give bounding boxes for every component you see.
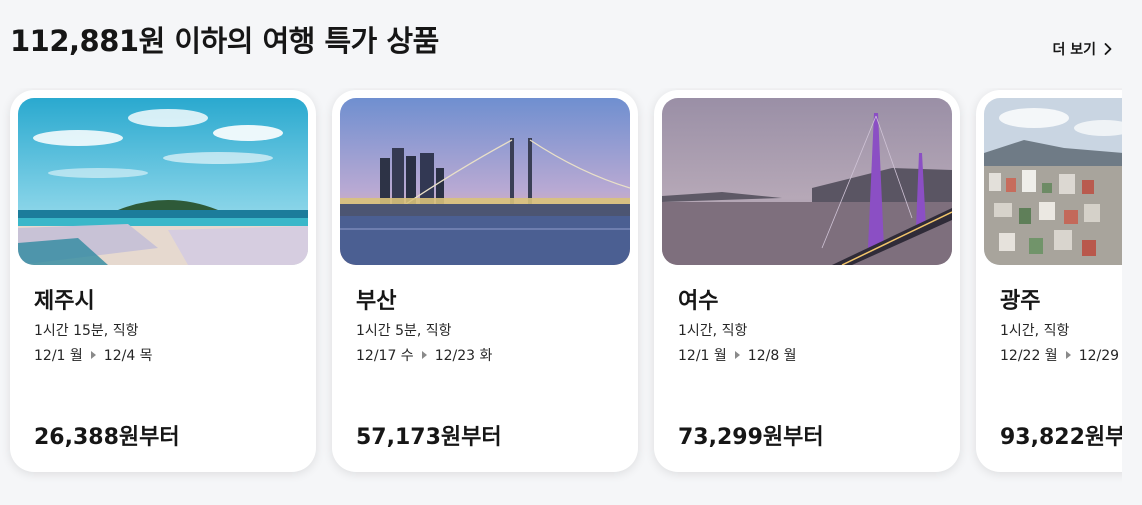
more-link[interactable]: 더 보기 — [1052, 39, 1112, 59]
flight-info: 1시간 15분, 직항 — [34, 323, 139, 339]
flight-info: 1시간, 직항 — [1000, 323, 1070, 339]
flight-info: 1시간, 직항 — [678, 323, 748, 339]
city-name: 부산 — [356, 289, 397, 314]
deals-carousel[interactable]: 제주시 1시간 15분, 직항 12/1 월 12/4 목 26,388원부터 — [0, 88, 1122, 488]
travel-dates: 12/1 월 12/4 목 — [34, 345, 153, 365]
depart-date: 12/1 월 — [678, 348, 727, 364]
city-name: 여수 — [678, 289, 719, 314]
depart-date: 12/17 수 — [356, 348, 414, 364]
return-date: 12/8 월 — [747, 348, 797, 364]
travel-dates: 12/1 월 12/8 월 — [678, 345, 797, 365]
triangle-right-icon — [90, 351, 96, 359]
chevron-right-icon — [1104, 43, 1112, 55]
price: 93,822원부터 — [1000, 425, 1122, 450]
deal-card-jeju[interactable]: 제주시 1시간 15분, 직항 12/1 월 12/4 목 26,388원부터 — [10, 90, 316, 472]
depart-date: 12/22 월 — [1000, 348, 1058, 364]
return-date: 12/4 목 — [103, 348, 153, 364]
deal-card-gwangju[interactable]: 광주 1시간, 직항 12/22 월 12/29 월 93,822원부터 — [976, 90, 1122, 472]
price: 73,299원부터 — [678, 425, 824, 450]
more-label: 더 보기 — [1052, 42, 1096, 58]
return-date: 12/23 화 — [434, 348, 493, 364]
destination-image-gwangju — [984, 98, 1122, 265]
triangle-right-icon — [1065, 351, 1071, 359]
triangle-right-icon — [734, 351, 740, 359]
deal-card-busan[interactable]: 부산 1시간 5분, 직항 12/17 수 12/23 화 57,173원부터 — [332, 90, 638, 472]
depart-date: 12/1 월 — [34, 348, 83, 364]
destination-image-yeosu — [662, 98, 952, 265]
travel-dates: 12/17 수 12/23 화 — [356, 345, 492, 365]
destination-image-jeju — [18, 98, 308, 265]
city-name: 제주시 — [34, 289, 95, 314]
return-date: 12/29 월 — [1078, 348, 1122, 364]
deal-card-yeosu[interactable]: 여수 1시간, 직항 12/1 월 12/8 월 73,299원부터 — [654, 90, 960, 472]
triangle-right-icon — [421, 351, 427, 359]
price: 26,388원부터 — [34, 425, 180, 450]
destination-image-busan — [340, 98, 630, 265]
travel-dates: 12/22 월 12/29 월 — [1000, 345, 1122, 365]
flight-info: 1시간 5분, 직항 — [356, 323, 452, 339]
section-title: 112,881원 이하의 여행 특가 상품 — [10, 24, 439, 58]
price: 57,173원부터 — [356, 425, 502, 450]
city-name: 광주 — [1000, 289, 1041, 314]
